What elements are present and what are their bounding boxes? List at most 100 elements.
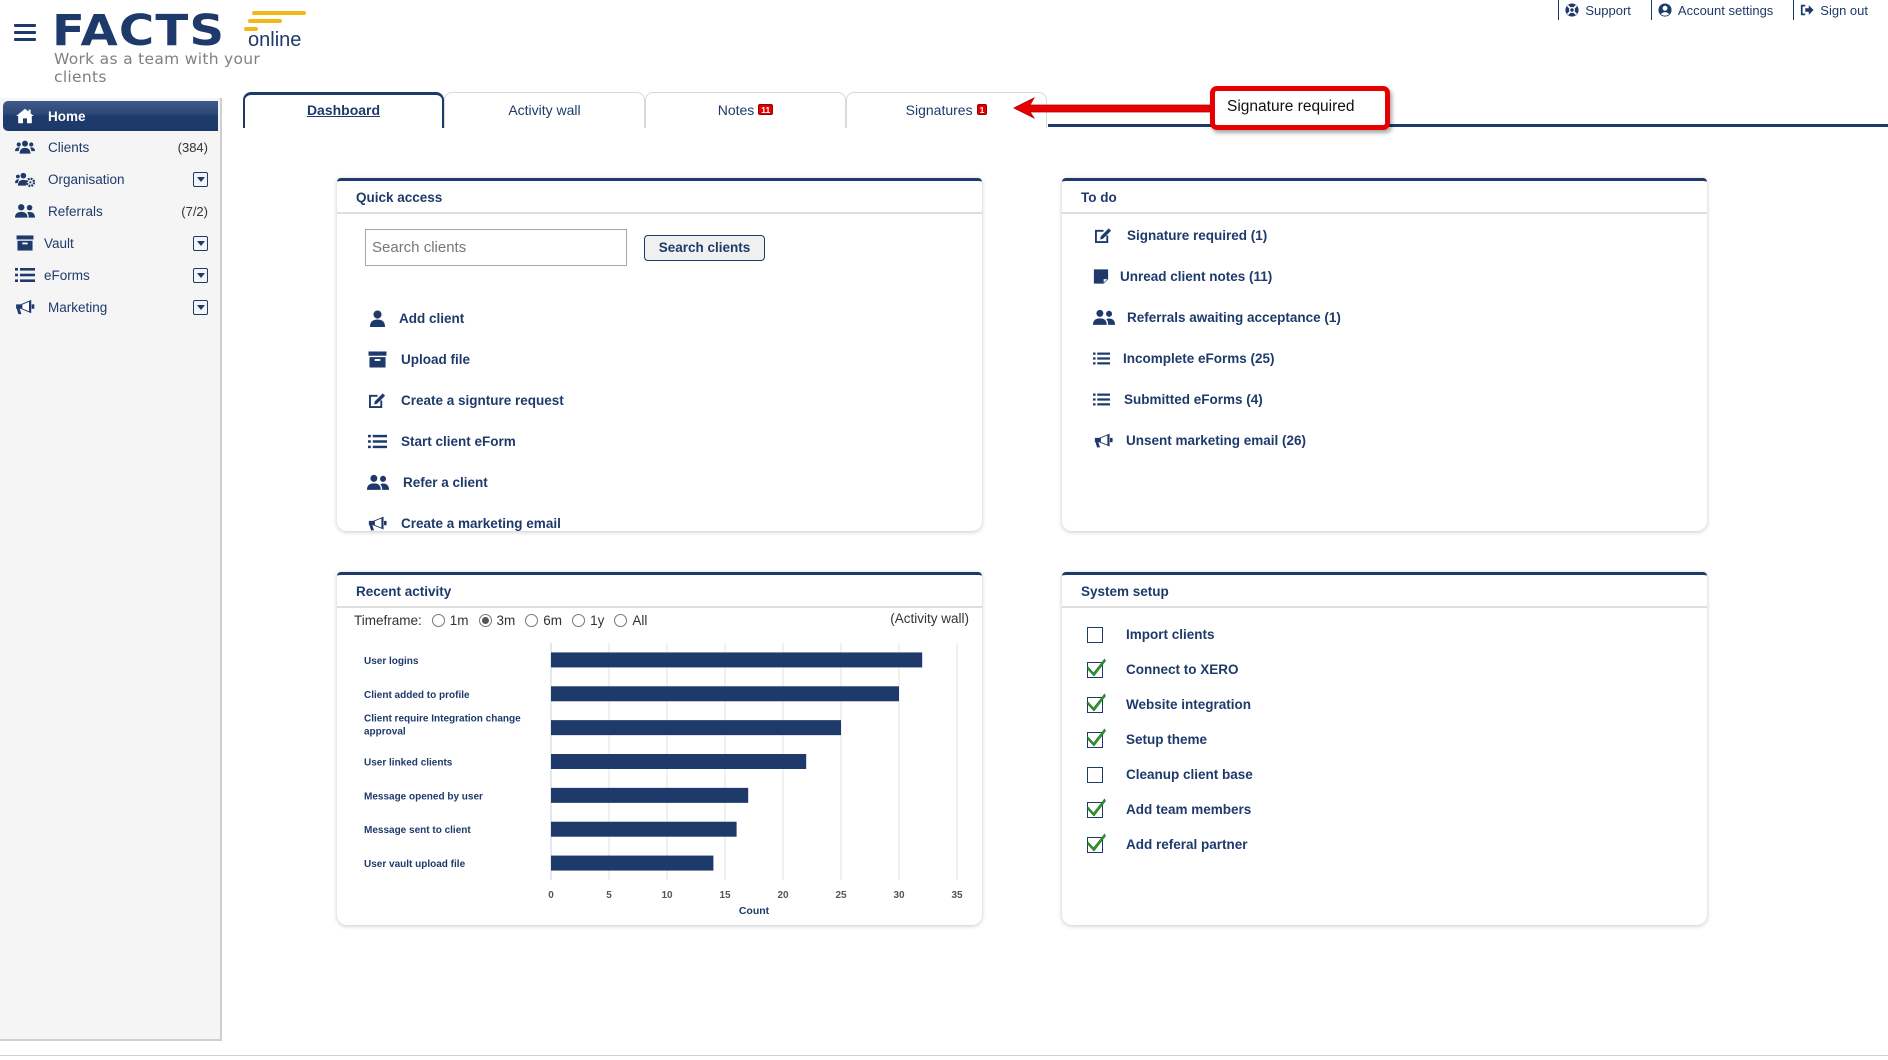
logo-suffix: online — [248, 29, 302, 51]
annotation-arrow-icon — [1013, 97, 1212, 120]
chevron-down-icon[interactable] — [193, 171, 208, 187]
start-client-eform-link[interactable]: Start client eForm — [367, 421, 564, 462]
radio-label: 6m — [543, 613, 563, 628]
radio-label: 3m — [496, 613, 516, 628]
sidebar-item-marketing[interactable]: Marketing — [0, 291, 220, 323]
user-icon — [367, 310, 387, 328]
chevron-down-icon[interactable] — [193, 235, 208, 251]
sidebar-item-vault[interactable]: Vault — [0, 227, 220, 259]
checkbox-unchecked[interactable] — [1087, 626, 1103, 643]
checkbox-unchecked[interactable] — [1087, 766, 1103, 783]
megaphone-icon — [14, 299, 36, 315]
panel-title: Recent activity — [337, 575, 982, 608]
timeframe-radio-3m[interactable]: 3m — [478, 613, 516, 628]
todo-unread-client-notes[interactable]: Unread client notes (11) — [1093, 256, 1341, 297]
account-settings-link[interactable]: Account settings — [1650, 0, 1793, 20]
panel-title: Quick access — [337, 181, 982, 214]
hamburger-bar — [14, 24, 36, 27]
sidebar-item-home[interactable]: Home — [3, 101, 218, 131]
logo-accent-line — [252, 11, 306, 15]
timeframe-radio-1m[interactable]: 1m — [431, 613, 469, 628]
annotation-callout: Signature required — [1210, 86, 1390, 130]
check-icon — [1086, 657, 1106, 677]
recent-activity-chart: 0 5 10 15 20 25 30 35 User logins Client added to… — [364, 643, 963, 917]
callout-text: Signature required — [1227, 98, 1355, 115]
sidebar-item-referrals[interactable]: Referrals (7/2) — [0, 195, 220, 227]
checkbox-checked[interactable] — [1087, 802, 1103, 818]
y-category-label: User linked clients — [364, 758, 453, 769]
activity-wall-link[interactable]: (Activity wall) — [890, 611, 969, 626]
add-client-link[interactable]: Add client — [367, 298, 564, 339]
setup-item[interactable]: Website integration — [1087, 687, 1253, 722]
sidebar-item-label: Home — [48, 108, 86, 124]
sidebar-item-label: Clients — [48, 139, 90, 155]
setup-item[interactable]: Add team members — [1087, 792, 1253, 827]
tab-dashboard[interactable]: Dashboard — [243, 92, 444, 128]
setup-item[interactable]: Cleanup client base — [1087, 757, 1253, 792]
checkbox-checked[interactable] — [1087, 662, 1103, 678]
link-label: Start client eForm — [401, 434, 516, 449]
signatures-badge: 1 — [976, 104, 988, 115]
lifebuoy-icon — [1565, 3, 1579, 17]
app-logo[interactable]: FACTS online Work as a team with your cl… — [52, 6, 312, 86]
tab-label: Notes — [717, 102, 755, 118]
sidebar-item-eforms[interactable]: eForms — [0, 259, 220, 291]
support-link[interactable]: Support — [1558, 0, 1651, 20]
user-circle-icon — [1658, 3, 1672, 17]
panel-title: To do — [1062, 181, 1707, 214]
setup-item[interactable]: Add referal partner — [1087, 827, 1253, 862]
setup-item[interactable]: Import clients — [1087, 617, 1253, 652]
tab-notes[interactable]: Notes 11 — [645, 92, 846, 128]
sidebar: Home Clients (384) Organisation Referral… — [0, 98, 222, 1041]
setup-item[interactable]: Setup theme — [1087, 722, 1253, 757]
setup-checklist: Import clients Connect to XERO Website int… — [1087, 617, 1253, 862]
setup-item-label: Setup theme — [1126, 732, 1208, 747]
todo-signature-required[interactable]: Signature required (1) — [1093, 215, 1341, 256]
logo-tagline: Work as a team with your clients — [54, 50, 261, 86]
check-icon — [1086, 692, 1106, 712]
radio-circle — [572, 614, 586, 627]
timeframe-radio-6m[interactable]: 6m — [525, 613, 562, 628]
list-icon — [1093, 391, 1110, 409]
todo-label: Submitted eForms (4) — [1124, 392, 1263, 407]
chevron-down-icon[interactable] — [193, 299, 208, 315]
sign-out-link[interactable]: Sign out — [1793, 0, 1888, 20]
todo-unsent-marketing-email[interactable]: Unsent marketing email (26) — [1093, 420, 1341, 461]
todo-referrals-awaiting[interactable]: Referrals awaiting acceptance (1) — [1093, 297, 1341, 338]
timeframe-radio-all[interactable]: All — [614, 613, 647, 628]
refer-a-client-link[interactable]: Refer a client — [367, 462, 564, 503]
bar — [551, 652, 923, 668]
checkbox-checked[interactable] — [1087, 732, 1103, 748]
recent-activity-panel: Recent activity Timeframe: 1m 3m 6m 1y A… — [337, 572, 982, 925]
hamburger-menu-button[interactable] — [14, 24, 36, 42]
x-tick-label: 5 — [606, 890, 612, 901]
chevron-down-icon[interactable] — [193, 267, 208, 283]
x-tick-label: 35 — [951, 890, 963, 901]
users-cog-icon — [14, 171, 36, 187]
timeframe-selector: Timeframe: 1m 3m 6m 1y All — [354, 613, 647, 628]
bar — [551, 855, 714, 871]
sidebar-item-organisation[interactable]: Organisation — [0, 163, 220, 195]
tab-label: Dashboard — [306, 102, 381, 118]
todo-submitted-eforms[interactable]: Submitted eForms (4) — [1093, 379, 1341, 420]
checkbox-checked[interactable] — [1087, 837, 1103, 853]
create-marketing-email-link[interactable]: Create a marketing email — [367, 503, 564, 544]
archive-icon — [367, 351, 387, 369]
checkbox-checked[interactable] — [1087, 697, 1103, 713]
tab-activity-wall[interactable]: Activity wall — [444, 92, 645, 128]
megaphone-icon — [367, 515, 387, 533]
quick-access-links: Add client Upload file Create a signture… — [367, 298, 564, 544]
setup-item[interactable]: Connect to XERO — [1087, 652, 1253, 687]
home-icon — [14, 108, 36, 124]
search-clients-input[interactable] — [365, 229, 627, 266]
create-signature-request-link[interactable]: Create a signture request — [367, 380, 564, 421]
sidebar-item-clients[interactable]: Clients (384) — [0, 131, 220, 163]
todo-incomplete-eforms[interactable]: Incomplete eForms (25) — [1093, 338, 1341, 379]
link-label: Add client — [399, 311, 465, 326]
search-clients-button[interactable]: Search clients — [644, 234, 765, 261]
bar — [551, 787, 749, 803]
top-links: Support Account settings Sign out — [1558, 0, 1888, 20]
upload-file-link[interactable]: Upload file — [367, 339, 564, 380]
hamburger-bar — [14, 38, 36, 41]
timeframe-radio-1y[interactable]: 1y — [572, 613, 604, 628]
